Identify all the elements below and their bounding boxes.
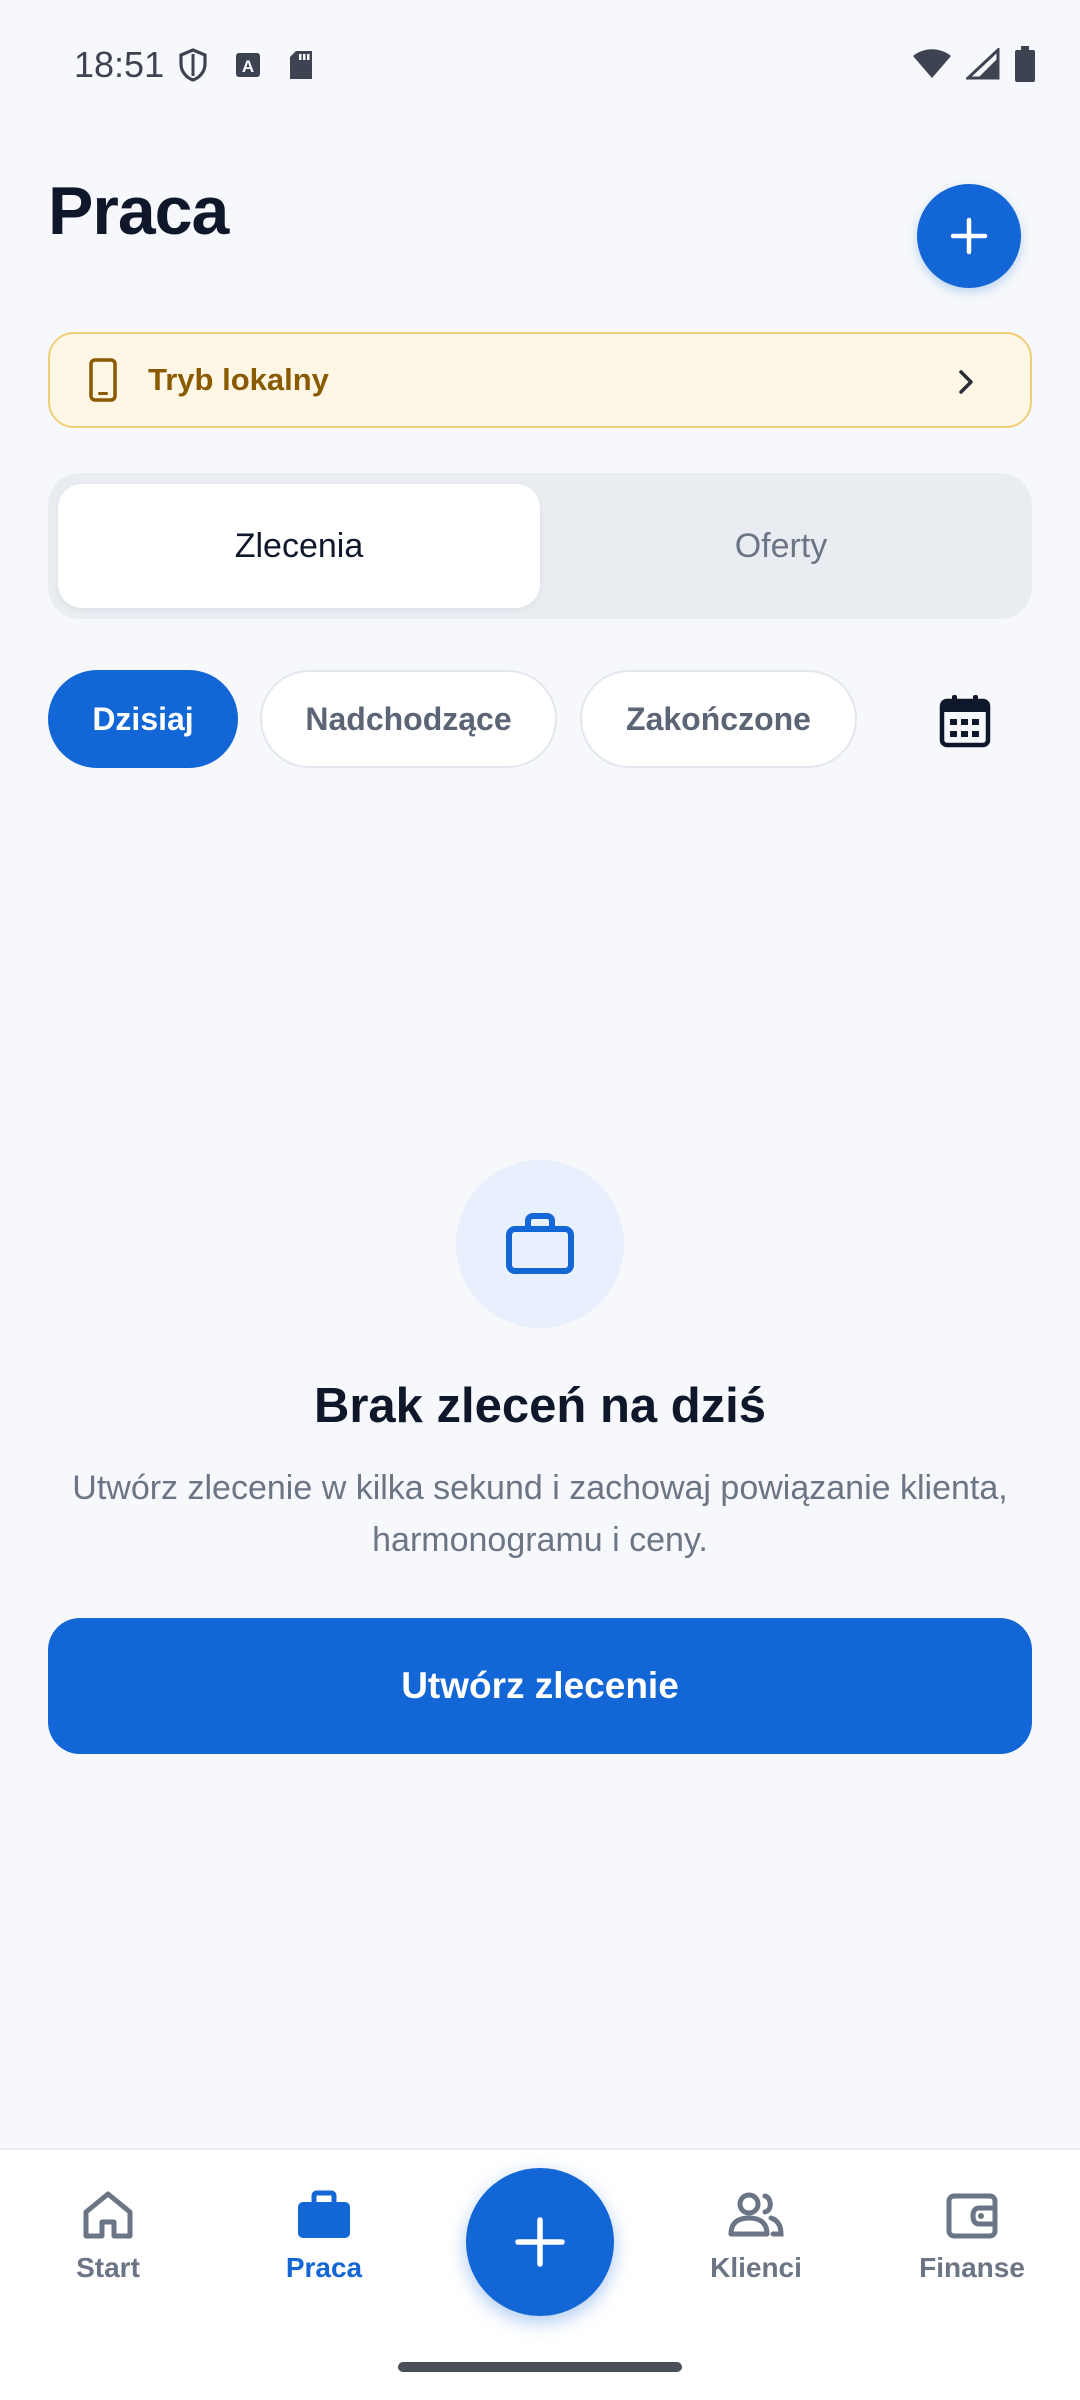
nav-label-praca: Praca [285,2252,363,2283]
empty-state-title: Brak zleceń na dziś [313,1379,767,1433]
local-mode-banner[interactable]: Tryb lokalny [48,332,1032,428]
nav-label-klienci: Klienci [710,2252,802,2283]
people-icon [728,2192,784,2237]
plus-icon [950,217,988,255]
segmented-control: Zlecenia Oferty [48,473,1032,619]
battery-icon [1014,46,1036,82]
calendar-icon [939,695,991,748]
plus-icon [515,2217,565,2267]
briefcase-icon [298,2190,350,2238]
empty-state-description: Utwórz zlecenie w kilka sekund i zachowa… [72,1469,1008,1559]
tab-zlecenia[interactable]: Zlecenia [58,484,540,608]
filter-chip-today[interactable]: Dzisiaj [48,670,238,768]
smartphone-icon [88,358,118,402]
empty-state-icon-circle [456,1160,624,1328]
filter-chip-completed[interactable]: Zakończone [580,670,857,768]
nav-item-finanse[interactable]: Finanse [872,2190,1072,2284]
add-button[interactable] [917,184,1021,288]
status-bar: 18:51 A [0,0,1080,130]
home-icon [83,2191,133,2239]
page-title: Praca [48,173,229,249]
status-system-icons [912,46,1036,82]
cellular-signal-icon [966,48,1000,80]
keyboard-a-icon: A [234,51,262,79]
home-indicator[interactable] [398,2362,682,2372]
sd-card-icon [288,49,314,81]
filter-chip-upcoming[interactable]: Nadchodzące [260,670,557,768]
wifi-icon [912,48,952,80]
chevron-right-icon [946,362,986,402]
nav-item-praca[interactable]: Praca [224,2190,424,2284]
briefcase-icon [506,1213,574,1274]
tab-oferty[interactable]: Oferty [540,484,1022,608]
nav-item-klienci[interactable]: Klienci [656,2190,856,2284]
svg-text:A: A [242,57,254,76]
create-order-button[interactable]: Utwórz zlecenie [48,1618,1032,1754]
nav-item-start[interactable]: Start [8,2190,208,2284]
wallet-icon [946,2193,998,2239]
shield-icon [178,48,208,82]
fab-add-button[interactable] [466,2168,614,2316]
status-time: 18:51 [74,44,165,85]
calendar-button[interactable] [934,690,996,752]
nav-label-finanse: Finanse [919,2252,1025,2283]
status-notification-icons: A [178,48,314,82]
local-mode-label: Tryb lokalny [148,362,329,397]
nav-label-start: Start [76,2252,140,2283]
